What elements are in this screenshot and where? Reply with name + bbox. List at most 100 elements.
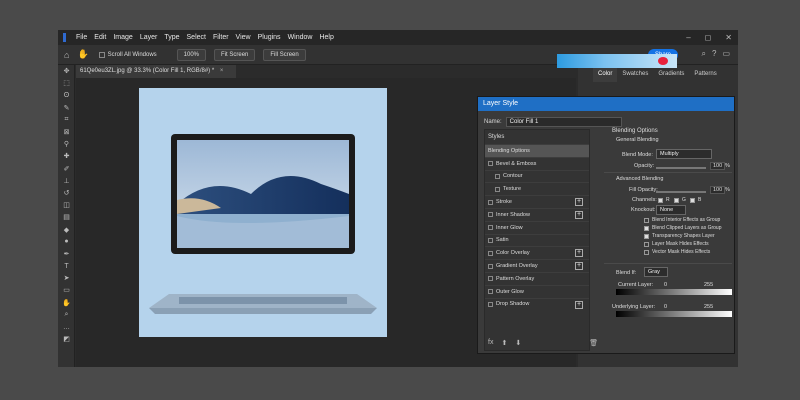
move-down-icon[interactable]: ⬇ (515, 339, 521, 347)
add-style-icon[interactable]: + (575, 198, 583, 207)
zoom-100-button[interactable]: 100% (176, 48, 207, 61)
add-style-icon[interactable]: + (575, 262, 583, 271)
help-icon[interactable]: ? (712, 49, 716, 59)
channel-g-checkbox[interactable]: G (674, 197, 686, 203)
blur-tool-icon[interactable]: ◆ (58, 223, 75, 235)
fill-opacity-value[interactable]: 100 (710, 186, 726, 194)
zoom-tool-icon[interactable]: ⌕ (58, 309, 75, 321)
menu-filter[interactable]: Filter (213, 34, 229, 41)
checkbox-box[interactable] (644, 241, 649, 247)
search-icon[interactable]: ⌕ (702, 49, 706, 59)
move-tool-icon[interactable]: ✥ (58, 65, 75, 77)
style-checkbox[interactable] (495, 186, 500, 192)
move-up-icon[interactable]: ⬆ (501, 339, 507, 347)
hand-tool-icon[interactable]: ✋ (58, 297, 75, 309)
marquee-tool-icon[interactable]: ⬚ (58, 77, 75, 89)
style-checkbox[interactable] (488, 301, 493, 307)
blend-option-checkbox[interactable]: Transparency Shapes Layer (644, 233, 715, 239)
add-style-icon[interactable]: + (575, 249, 583, 258)
opacity-value[interactable]: 100 (710, 162, 726, 170)
fill-screen-button[interactable]: Fill Screen (263, 48, 306, 61)
current-layer-gradient-slider[interactable] (616, 289, 732, 295)
more-tools-icon[interactable]: … (58, 321, 75, 333)
style-checkbox[interactable] (488, 161, 493, 167)
close-document-icon[interactable]: × (220, 68, 224, 74)
checkbox-box[interactable] (644, 225, 649, 231)
fill-opacity-slider[interactable] (656, 191, 706, 193)
checkbox-box[interactable] (644, 249, 649, 255)
eyedropper-tool-icon[interactable]: ⚲ (58, 138, 75, 150)
path-select-tool-icon[interactable]: ➤ (58, 272, 75, 284)
style-row[interactable]: Satin (485, 233, 589, 247)
menu-layer[interactable]: Layer (140, 34, 158, 41)
tab-swatches[interactable]: Swatches (617, 68, 653, 82)
style-row[interactable]: Pattern Overlay (485, 271, 589, 285)
styles-header[interactable]: Styles (485, 130, 589, 144)
frame-tool-icon[interactable]: ⊠ (58, 126, 75, 138)
blend-mode-select[interactable]: Multiply (656, 149, 712, 159)
style-checkbox[interactable] (488, 225, 493, 231)
style-row[interactable]: Blending Options (485, 144, 589, 157)
hand-tool-icon[interactable]: ✋ (77, 49, 88, 60)
menu-edit[interactable]: Edit (94, 34, 106, 41)
menu-view[interactable]: View (236, 34, 251, 41)
channel-b-checkbox[interactable]: B (690, 197, 701, 203)
style-row[interactable]: Color Overlay + (485, 246, 589, 259)
style-row[interactable]: Inner Glow (485, 220, 589, 234)
style-checkbox[interactable] (488, 276, 493, 282)
style-row[interactable]: Drop Shadow + (485, 297, 589, 311)
pen-tool-icon[interactable]: ✒ (58, 248, 75, 260)
checkbox-box[interactable] (644, 233, 649, 239)
checkbox-box[interactable] (644, 217, 649, 223)
style-row[interactable]: Inner Shadow + (485, 207, 589, 221)
shape-tool-icon[interactable]: ▭ (58, 284, 75, 296)
style-checkbox[interactable] (488, 289, 493, 295)
maximize-button[interactable]: ◻ (705, 33, 712, 42)
quick-select-tool-icon[interactable]: ✎ (58, 102, 75, 114)
menu-image[interactable]: Image (113, 34, 132, 41)
fx-icon[interactable]: fx (488, 339, 493, 347)
blend-option-checkbox[interactable]: Vector Mask Hides Effects (644, 249, 710, 255)
knockout-select[interactable]: None (656, 205, 686, 215)
blend-option-checkbox[interactable]: Layer Mask Hides Effects (644, 241, 709, 247)
minimize-button[interactable]: – (686, 33, 690, 42)
tab-color[interactable]: Color (593, 68, 618, 82)
menu-plugins[interactable]: Plugins (258, 34, 281, 41)
style-checkbox[interactable] (488, 212, 493, 218)
add-style-icon[interactable]: + (575, 300, 583, 309)
blend-if-select[interactable]: Gray (644, 267, 668, 277)
menu-help[interactable]: Help (319, 34, 333, 41)
history-brush-icon[interactable]: ↺ (58, 187, 75, 199)
gradient-tool-icon[interactable]: ▤ (58, 211, 75, 223)
style-row[interactable]: Contour (485, 169, 589, 183)
tab-gradients[interactable]: Gradients (653, 68, 689, 82)
healing-tool-icon[interactable]: ✚ (58, 150, 75, 162)
style-row[interactable]: Stroke + (485, 195, 589, 208)
menu-type[interactable]: Type (164, 34, 179, 41)
style-checkbox[interactable] (495, 173, 500, 179)
style-row[interactable]: Bevel & Emboss (485, 156, 589, 170)
workspace-icon[interactable]: ▭ (722, 49, 730, 59)
underlying-layer-gradient-slider[interactable] (616, 311, 732, 317)
trash-icon[interactable]: 🗑 (589, 339, 598, 347)
brush-tool-icon[interactable]: ✐ (58, 163, 75, 175)
crop-tool-icon[interactable]: ⌗ (58, 114, 75, 126)
menu-select[interactable]: Select (187, 34, 206, 41)
style-checkbox[interactable] (488, 263, 493, 269)
colors-icon[interactable]: ◩ (58, 333, 75, 345)
channel-r-checkbox[interactable]: R (658, 197, 670, 203)
opacity-slider[interactable] (656, 167, 706, 169)
blend-option-checkbox[interactable]: Blend Interior Effects as Group (644, 217, 720, 223)
style-checkbox[interactable] (488, 199, 493, 205)
eraser-tool-icon[interactable]: ◫ (58, 199, 75, 211)
fit-screen-button[interactable]: Fit Screen (214, 48, 256, 61)
type-tool-icon[interactable]: T (58, 260, 75, 272)
lasso-tool-icon[interactable]: ʘ (58, 89, 75, 101)
menu-file[interactable]: File (76, 34, 87, 41)
style-row[interactable]: Gradient Overlay + (485, 259, 589, 272)
foreground-color-swatch[interactable] (658, 57, 668, 65)
style-checkbox[interactable] (488, 250, 493, 256)
document-tab[interactable]: 61Qe0eu3ZL.jpg @ 33.3% (Color Fill 1, RG… (76, 65, 236, 78)
close-window-button[interactable]: ✕ (725, 33, 732, 42)
tab-patterns[interactable]: Patterns (689, 68, 721, 82)
